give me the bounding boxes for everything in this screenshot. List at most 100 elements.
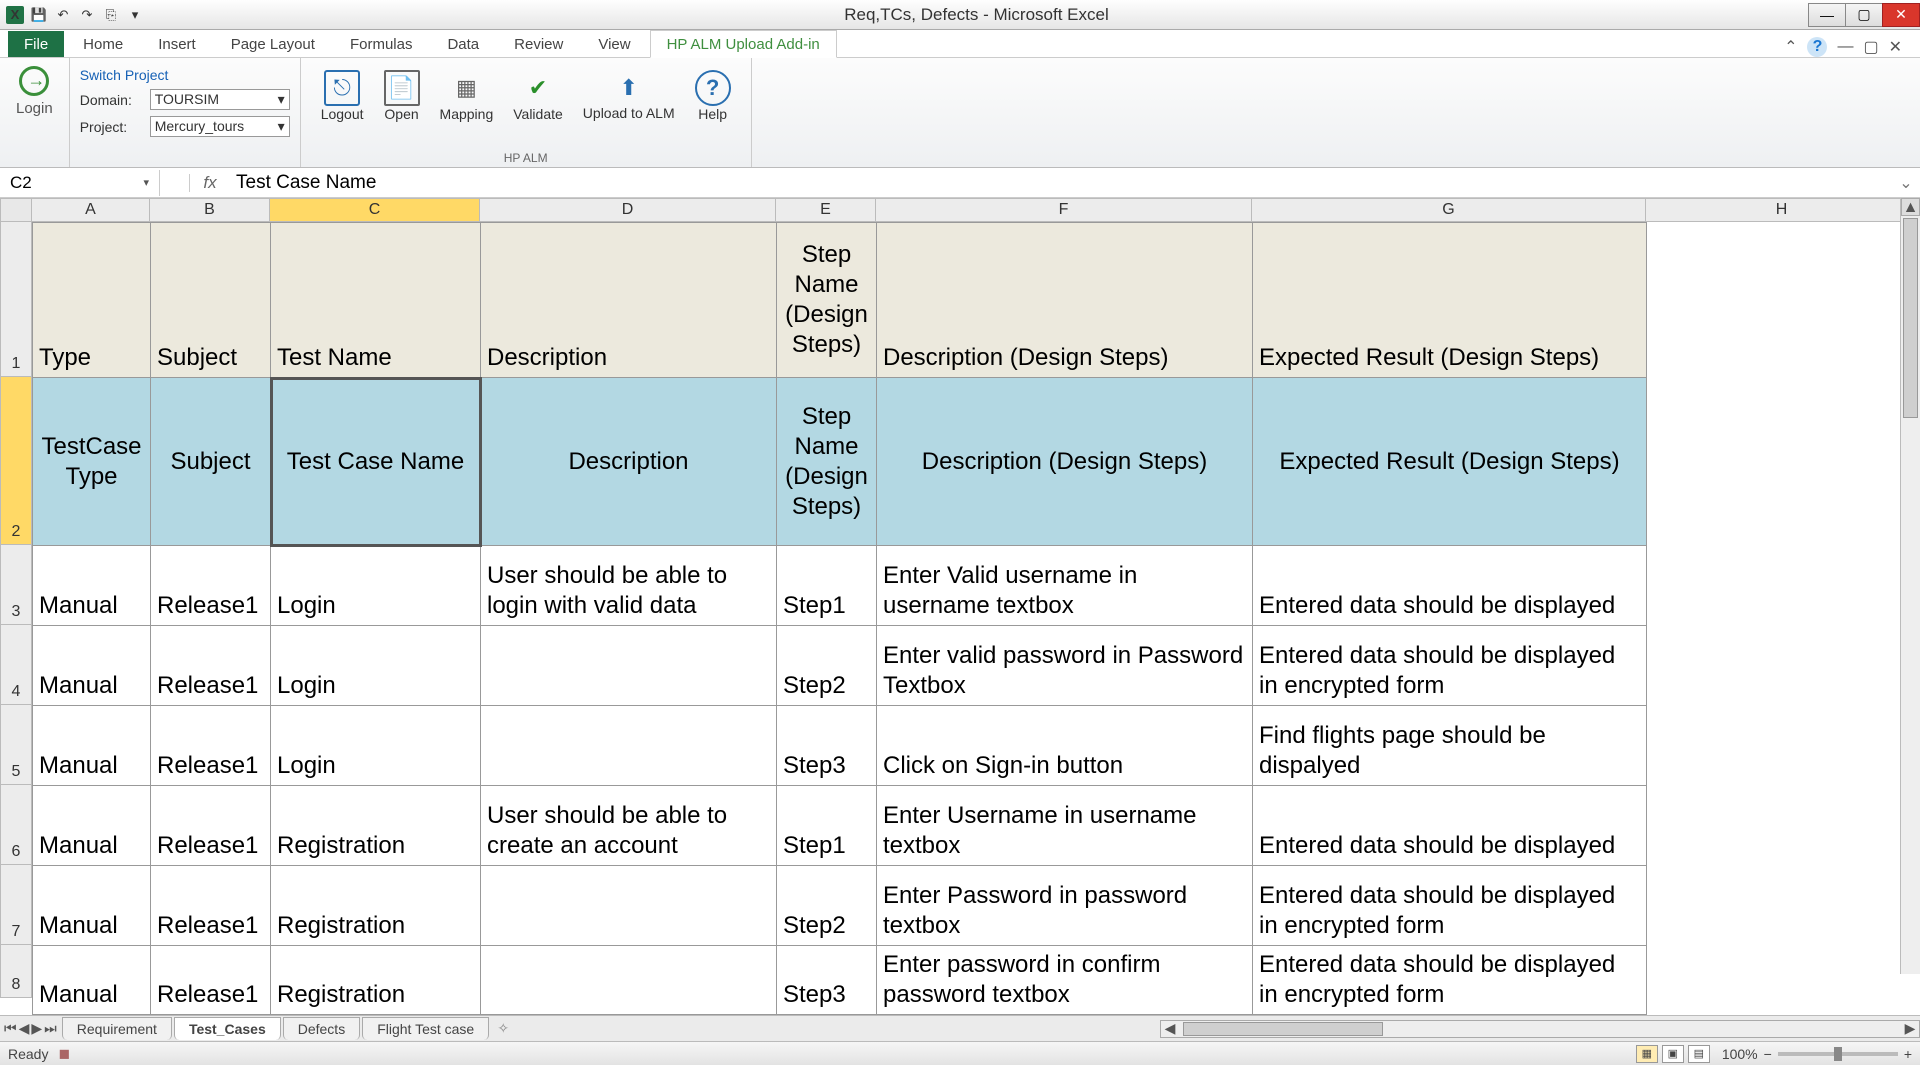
cell[interactable]: Step1 bbox=[777, 786, 877, 866]
open-button[interactable]: 📄Open bbox=[378, 68, 426, 124]
view-normal-button[interactable]: ▦ bbox=[1636, 1045, 1658, 1063]
cell[interactable]: Release1 bbox=[151, 546, 271, 626]
cell[interactable]: Registration bbox=[271, 786, 481, 866]
validate-button[interactable]: ✔Validate bbox=[507, 68, 569, 124]
cell[interactable]: Subject bbox=[151, 223, 271, 378]
tab-insert[interactable]: Insert bbox=[142, 31, 212, 57]
cell[interactable]: Manual bbox=[33, 786, 151, 866]
cell[interactable]: Login bbox=[271, 626, 481, 706]
ribbon-collapse-icon[interactable]: ⌃ bbox=[1784, 37, 1797, 57]
select-all-corner[interactable] bbox=[0, 198, 32, 222]
cell[interactable]: Release1 bbox=[151, 706, 271, 786]
qat-misc-icon[interactable]: ⎘ bbox=[102, 6, 120, 24]
zoom-slider[interactable] bbox=[1778, 1052, 1898, 1056]
tab-home[interactable]: Home bbox=[67, 31, 139, 57]
cell[interactable] bbox=[481, 866, 777, 946]
row-header-3[interactable]: 3 bbox=[0, 545, 32, 625]
cell[interactable]: Step Name (Design Steps) bbox=[777, 223, 877, 378]
ribbon-help-button[interactable]: ?Help bbox=[689, 68, 737, 124]
login-label[interactable]: Login bbox=[16, 100, 53, 117]
column-header-C[interactable]: C bbox=[270, 198, 480, 222]
cell[interactable]: Description bbox=[481, 378, 777, 546]
logout-button[interactable]: ⎋Logout bbox=[315, 68, 370, 124]
cell[interactable]: Registration bbox=[271, 946, 481, 1015]
row-header-7[interactable]: 7 bbox=[0, 865, 32, 945]
cell[interactable]: User should be able to login with valid … bbox=[481, 546, 777, 626]
zoom-in-button[interactable]: + bbox=[1904, 1046, 1912, 1062]
cell[interactable]: Release1 bbox=[151, 786, 271, 866]
column-header-F[interactable]: F bbox=[876, 198, 1252, 222]
horizontal-scrollbar[interactable]: ◀▶ bbox=[1160, 1020, 1920, 1038]
cell[interactable]: Expected Result (Design Steps) bbox=[1253, 378, 1647, 546]
cell[interactable]: Find flights page should be dispalyed bbox=[1253, 706, 1647, 786]
cell[interactable]: Entered data should be displayed in encr… bbox=[1253, 866, 1647, 946]
window-close-icon[interactable]: ✕ bbox=[1889, 37, 1902, 57]
macro-record-icon[interactable]: ◼ bbox=[58, 1045, 70, 1062]
tab-file[interactable]: File bbox=[8, 31, 64, 57]
view-pagebreak-button[interactable]: ▤ bbox=[1688, 1045, 1710, 1063]
save-icon[interactable]: 💾 bbox=[30, 6, 48, 24]
qat-customize-icon[interactable]: ▾ bbox=[126, 6, 144, 24]
cell[interactable]: TestCase Type bbox=[33, 378, 151, 546]
column-header-E[interactable]: E bbox=[776, 198, 876, 222]
cell[interactable]: Enter Valid username in username textbox bbox=[877, 546, 1253, 626]
cell[interactable]: Manual bbox=[33, 946, 151, 1015]
sheet-nav[interactable]: ⏮◀▶⏭ bbox=[0, 1020, 61, 1037]
cell[interactable]: Registration bbox=[271, 866, 481, 946]
column-header-G[interactable]: G bbox=[1252, 198, 1646, 222]
row-header-1[interactable]: 1 bbox=[0, 222, 32, 377]
cell[interactable]: Description bbox=[481, 223, 777, 378]
name-box[interactable]: C2▾ bbox=[0, 170, 160, 196]
undo-icon[interactable]: ↶ bbox=[54, 6, 72, 24]
new-sheet-button[interactable]: ✧ bbox=[490, 1020, 516, 1037]
formula-input[interactable] bbox=[230, 169, 1892, 197]
cell[interactable]: Login bbox=[271, 546, 481, 626]
cell[interactable] bbox=[481, 706, 777, 786]
formula-expand-icon[interactable]: ⌄ bbox=[1892, 173, 1920, 193]
tab-view[interactable]: View bbox=[582, 31, 646, 57]
cell[interactable]: User should be able to create an account bbox=[481, 786, 777, 866]
cell[interactable]: Step2 bbox=[777, 866, 877, 946]
tab-review[interactable]: Review bbox=[498, 31, 579, 57]
window-minimize-icon[interactable]: — bbox=[1837, 38, 1853, 56]
tab-page-layout[interactable]: Page Layout bbox=[215, 31, 331, 57]
row-header-6[interactable]: 6 bbox=[0, 785, 32, 865]
upload-button[interactable]: ⬆Upload to ALM bbox=[577, 68, 681, 124]
row-header-8[interactable]: 8 bbox=[0, 945, 32, 998]
cell[interactable]: Release1 bbox=[151, 866, 271, 946]
cell[interactable] bbox=[481, 946, 777, 1015]
domain-select[interactable]: TOURSIM ▾ bbox=[150, 89, 290, 110]
fx-icon[interactable]: fx bbox=[190, 173, 230, 193]
vertical-scrollbar[interactable]: ▲ bbox=[1900, 198, 1920, 974]
cell[interactable]: Description (Design Steps) bbox=[877, 223, 1253, 378]
view-layout-button[interactable]: ▣ bbox=[1662, 1045, 1684, 1063]
sheet-tab-requirement[interactable]: Requirement bbox=[62, 1017, 172, 1040]
window-restore-icon[interactable]: ▢ bbox=[1863, 37, 1878, 57]
cell[interactable]: Step2 bbox=[777, 626, 877, 706]
cell[interactable]: Enter Password in password textbox bbox=[877, 866, 1253, 946]
cell[interactable]: Step1 bbox=[777, 546, 877, 626]
row-header-2[interactable]: 2 bbox=[0, 377, 32, 545]
redo-icon[interactable]: ↷ bbox=[78, 6, 96, 24]
close-button[interactable]: ✕ bbox=[1882, 3, 1920, 27]
cell[interactable]: Entered data should be displayed bbox=[1253, 546, 1647, 626]
sheet-tab-test_cases[interactable]: Test_Cases bbox=[174, 1017, 281, 1040]
cell[interactable]: Entered data should be displayed bbox=[1253, 786, 1647, 866]
cell[interactable]: Entered data should be displayed in encr… bbox=[1253, 946, 1647, 1015]
cell[interactable]: Step Name (Design Steps) bbox=[777, 378, 877, 546]
cell[interactable]: Description (Design Steps) bbox=[877, 378, 1253, 546]
cell[interactable]: Test Case Name bbox=[271, 378, 481, 546]
switch-project-link[interactable]: Switch Project bbox=[80, 67, 290, 83]
cell[interactable]: Manual bbox=[33, 706, 151, 786]
cell[interactable]: Release1 bbox=[151, 626, 271, 706]
cell[interactable]: Type bbox=[33, 223, 151, 378]
maximize-button[interactable]: ▢ bbox=[1845, 3, 1883, 27]
tab-formulas[interactable]: Formulas bbox=[334, 31, 429, 57]
column-header-H[interactable]: H bbox=[1646, 198, 1918, 222]
cell[interactable]: Enter password in confirm password textb… bbox=[877, 946, 1253, 1015]
cell[interactable]: Enter valid password in Password Textbox bbox=[877, 626, 1253, 706]
cell[interactable]: Login bbox=[271, 706, 481, 786]
cell[interactable]: Entered data should be displayed in encr… bbox=[1253, 626, 1647, 706]
minimize-button[interactable]: — bbox=[1808, 3, 1846, 27]
tab-hp-alm-upload-add-in[interactable]: HP ALM Upload Add-in bbox=[650, 30, 837, 58]
